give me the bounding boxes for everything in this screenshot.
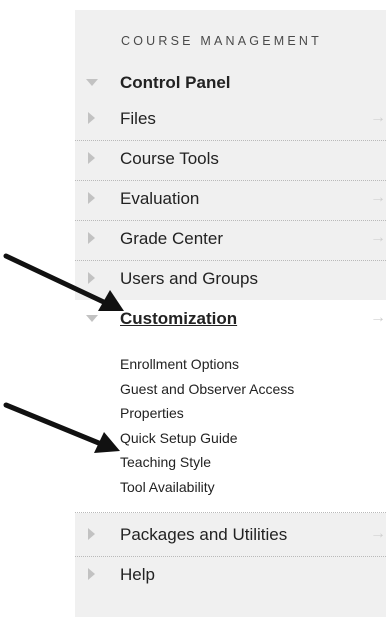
pointer-arrow-icon bbox=[3, 253, 124, 311]
pointer-arrow-icon bbox=[3, 402, 120, 453]
annotation-arrows bbox=[3, 253, 124, 453]
